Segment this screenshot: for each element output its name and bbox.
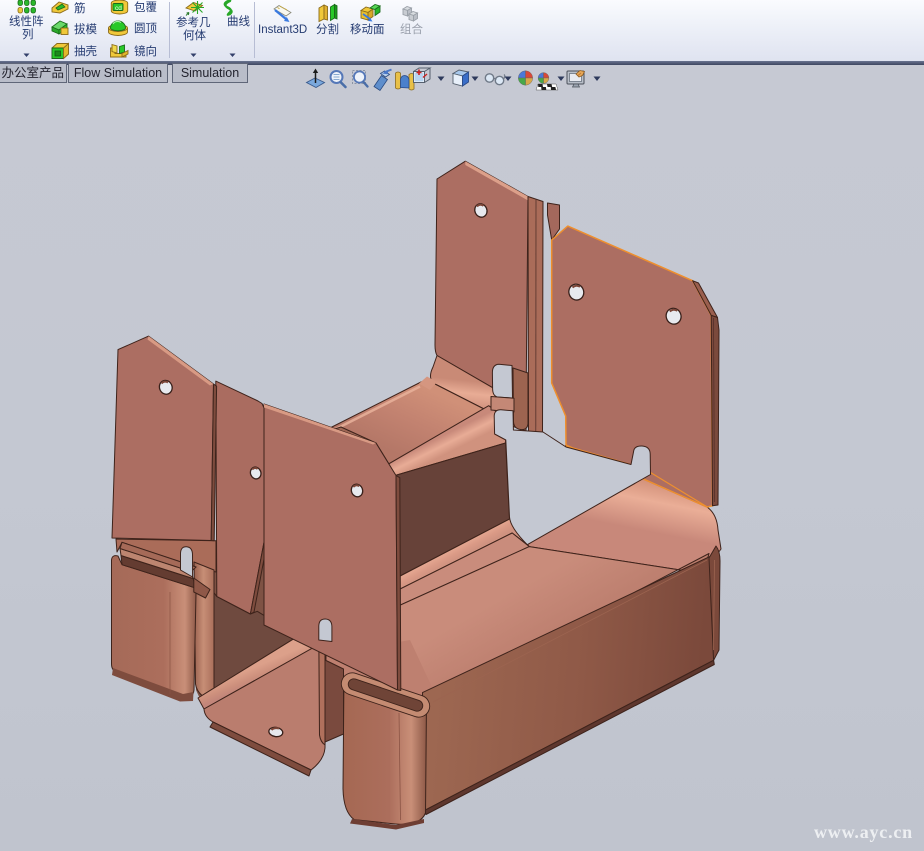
svg-text:cd: cd	[115, 5, 122, 12]
